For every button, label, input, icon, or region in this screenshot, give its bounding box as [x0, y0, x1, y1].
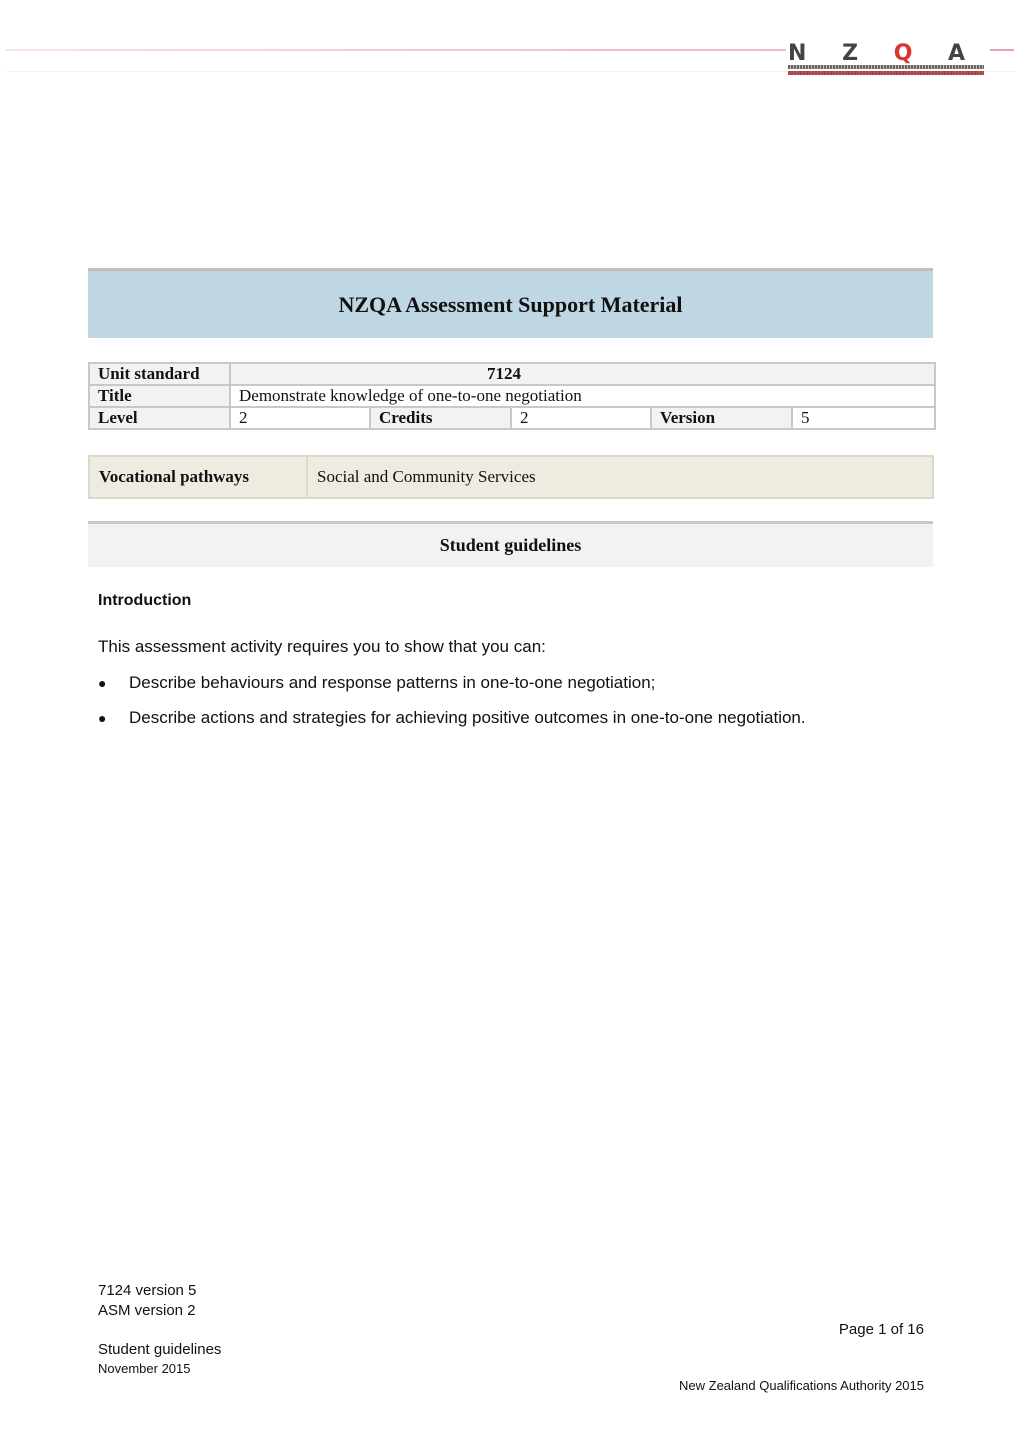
- logo-tagline-2: [788, 71, 984, 75]
- vocational-label: Vocational pathways: [88, 455, 308, 499]
- unit-standard-row: Unit standard 7124: [88, 362, 936, 386]
- title-banner: NZQA Assessment Support Material: [88, 268, 933, 338]
- list-item: ● Describe behaviours and response patte…: [98, 673, 655, 693]
- list-item: ● Describe actions and strategies for ac…: [98, 708, 806, 728]
- level-label: Level: [88, 406, 231, 430]
- page-number: Page 1 of 16: [838, 1321, 924, 1338]
- unit-standard-cell: 7124: [229, 362, 936, 386]
- credits-label: Credits: [369, 406, 512, 430]
- bullet-icon: ●: [98, 675, 107, 691]
- section-header: Student guidelines: [88, 521, 933, 567]
- unit-standard-label: Unit standard: [88, 362, 231, 386]
- list-item-text: Describe actions and strategies for achi…: [129, 708, 806, 727]
- version-value: 5: [791, 406, 936, 430]
- section-title: Student guidelines: [439, 535, 582, 555]
- unit-standard-value: 7124: [487, 364, 521, 383]
- version-label: Version: [650, 406, 793, 430]
- document-title: NZQA Assessment Support Material: [338, 291, 683, 317]
- vocational-row: Vocational pathways Social and Community…: [88, 455, 934, 499]
- level-value: 2: [229, 406, 371, 430]
- list-item-text: Describe behaviours and response pattern…: [129, 673, 656, 692]
- title-label: Title: [88, 384, 231, 408]
- footer-copyright: New Zealand Qualifications Authority 201…: [679, 1378, 924, 1393]
- credits-value: 2: [510, 406, 652, 430]
- footer-doc-type: Student guidelines: [98, 1341, 222, 1358]
- unit-info-table: Unit standard 7124 Title Demonstrate kno…: [88, 362, 936, 430]
- title-value: Demonstrate knowledge of one-to-one nego…: [229, 384, 936, 408]
- vocational-value: Social and Community Services: [306, 455, 934, 499]
- header-rule-right: [990, 49, 1014, 51]
- intro-lead: This assessment activity requires you to…: [98, 637, 546, 656]
- header-rule: [6, 49, 786, 51]
- vocational-pathways-table: Vocational pathways Social and Community…: [88, 455, 934, 499]
- logo-wordmark: N Z Q A: [788, 41, 980, 66]
- intro-heading: Introduction: [98, 592, 192, 609]
- level-row: Level 2 Credits 2 Version 5: [88, 406, 936, 430]
- footer-date: November 2015: [98, 1361, 191, 1376]
- bullet-icon: ●: [98, 710, 107, 726]
- title-row: Title Demonstrate knowledge of one-to-on…: [88, 384, 936, 408]
- footer-standard-version: 7124 version 5: [98, 1282, 197, 1299]
- nzqa-logo: N Z Q A: [788, 41, 988, 76]
- footer-asm-version: ASM version 2: [98, 1302, 196, 1319]
